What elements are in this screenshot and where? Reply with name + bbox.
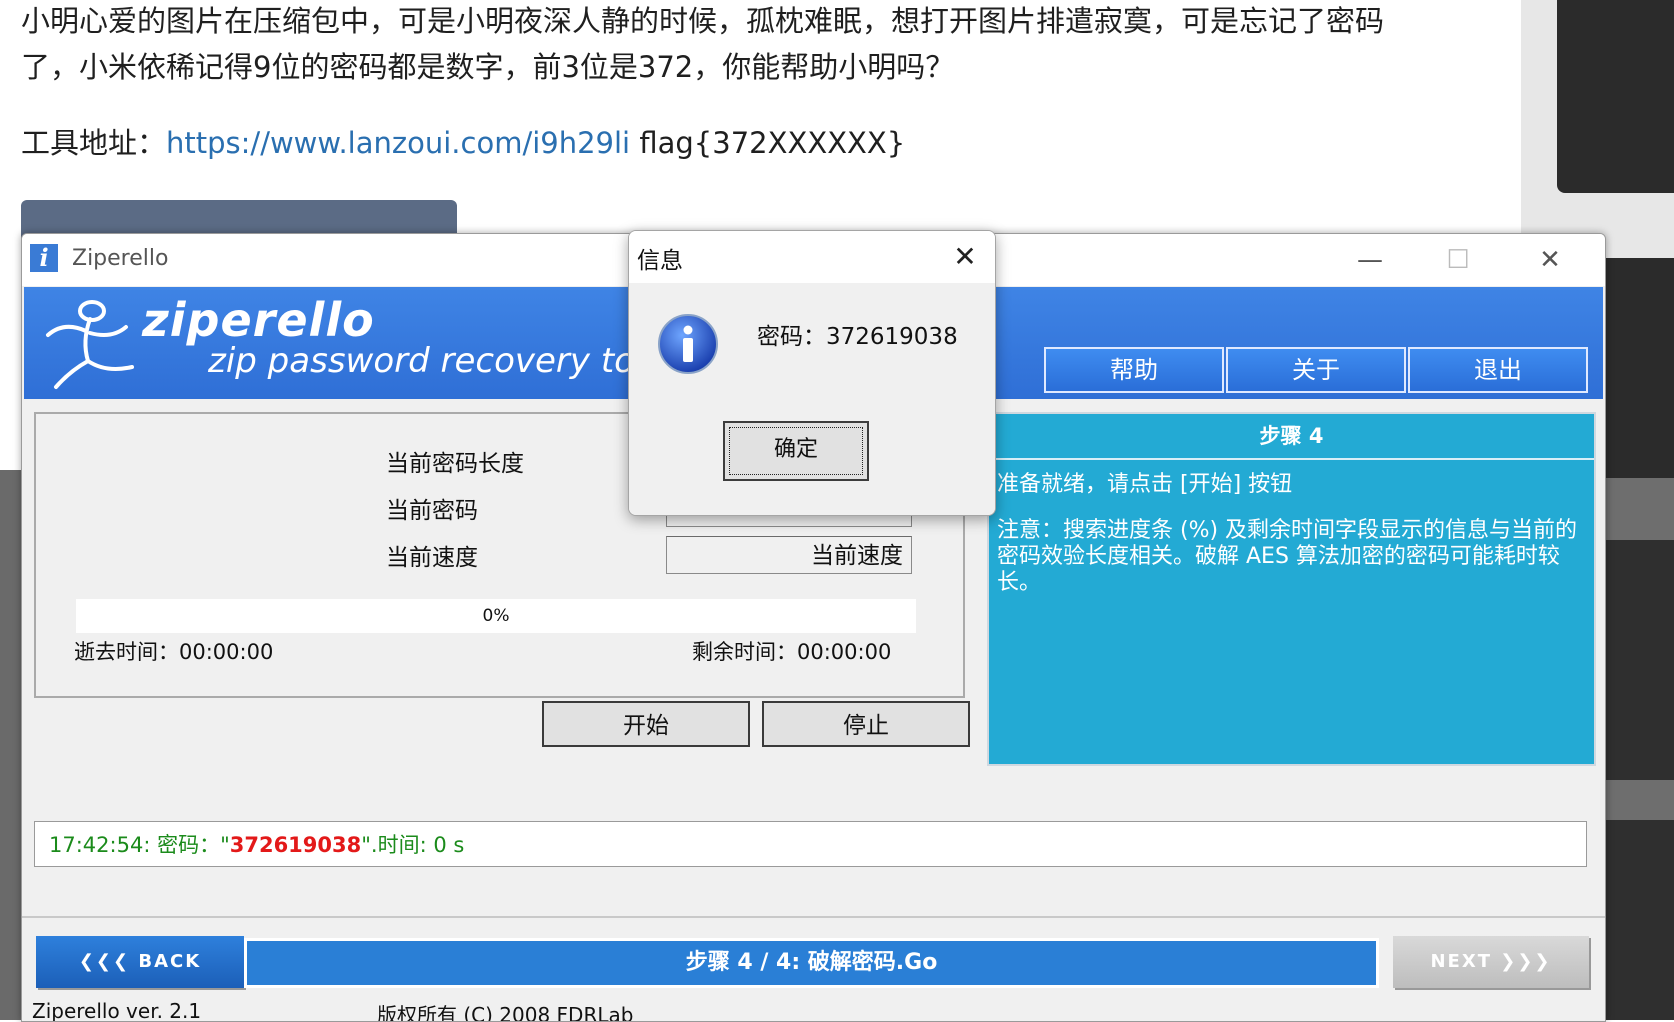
background-window (1557, 0, 1674, 193)
flag-hint: flag{372XXXXXX} (630, 126, 906, 160)
progress-bar: 0% (76, 599, 916, 633)
step-info-panel: 步骤 4 准备就绪，请点击 [开始] 按钮 注意：搜索进度条 (%) 及剩余时间… (987, 412, 1596, 766)
ok-button[interactable]: 确定 (723, 421, 869, 481)
log-password: 372619038 (229, 833, 362, 857)
app-icon: i (30, 244, 58, 272)
elapsed-time: 逝去时间：00:00:00 (74, 640, 274, 664)
step-instruction: 准备就绪，请点击 [开始] 按钮 (997, 472, 1293, 497)
current-speed-label: 当前速度 (386, 545, 478, 571)
dialog-close-icon[interactable]: ✕ (945, 237, 985, 277)
log-output: 17:42:54: 密码："372619038".时间: 0 s (34, 821, 1587, 867)
background-window (1600, 820, 1674, 1020)
background-window (1600, 540, 1674, 780)
chevrons-left-icon: ❮❮❮ (78, 951, 139, 972)
password-length-label: 当前密码长度 (386, 451, 524, 477)
chevrons-right-icon: ❯❯❯ (1492, 951, 1552, 972)
log-prefix: 17:42:54: 密码：" (49, 833, 230, 857)
window-title: Ziperello (72, 246, 169, 271)
info-dialog: 信息 ✕ 密码：372619038 确定 (628, 230, 996, 516)
tool-label: 工具地址： (21, 126, 167, 160)
status-bar: Ziperello ver. 2.1 版权所有 (C) 2008 FDRLab (22, 999, 1605, 1022)
info-icon (658, 314, 718, 374)
dialog-title: 信息 (637, 248, 683, 274)
minimize-icon[interactable]: — (1340, 240, 1400, 280)
step-title: 步骤 4 (989, 414, 1594, 460)
maximize-icon[interactable]: ☐ (1428, 240, 1488, 280)
back-label: BACK (138, 951, 202, 972)
dialog-title-bar[interactable]: 信息 ✕ (629, 231, 995, 283)
step-note: 注意：搜索进度条 (%) 及剩余时间字段显示的信息与当前的密码效验长度相关。破解… (997, 518, 1578, 595)
wizard-nav: ❮❮❮ BACK 步骤 4 / 4: 破解密码.Go NEXT ❯❯❯ (22, 916, 1605, 1008)
exit-button[interactable]: 退出 (1408, 347, 1588, 393)
step-indicator: 步骤 4 / 4: 破解密码.Go (244, 938, 1379, 988)
background-panel (0, 470, 22, 1020)
version-text: Ziperello ver. 2.1 (32, 999, 202, 1022)
focus-ring (729, 427, 863, 475)
current-password-label: 当前密码 (386, 498, 478, 524)
tool-line: 工具地址：https://www.lanzoui.com/i9h29li fla… (21, 120, 905, 166)
stop-button[interactable]: 停止 (762, 701, 970, 747)
challenge-description: 小明心爱的图片在压缩包中，可是小明夜深人静的时候，孤枕难眠，想打开图片排遣寂寞，… (21, 4, 1385, 84)
close-icon[interactable]: ✕ (1520, 240, 1580, 280)
next-label: NEXT (1430, 951, 1492, 972)
dialog-message: 密码：372619038 (757, 324, 958, 350)
remaining-time: 剩余时间：00:00:00 (692, 640, 892, 664)
start-button[interactable]: 开始 (542, 701, 750, 747)
runner-logo-icon (46, 300, 134, 389)
current-speed-field: 当前速度 (666, 536, 912, 574)
tool-link[interactable]: https://www.lanzoui.com/i9h29li (166, 126, 630, 160)
progress-text: 0% (482, 606, 510, 626)
log-suffix: ".时间: 0 s (361, 833, 465, 857)
help-button[interactable]: 帮助 (1044, 347, 1224, 393)
back-button[interactable]: ❮❮❮ BACK (36, 936, 244, 988)
about-button[interactable]: 关于 (1226, 347, 1406, 393)
logo-subtitle: zip password recovery tool (208, 341, 666, 381)
background-window (1600, 258, 1674, 478)
logo-name: ziperello (142, 293, 375, 347)
next-button[interactable]: NEXT ❯❯❯ (1393, 936, 1589, 988)
copyright-text: 版权所有 (C) 2008 FDRLab (377, 1003, 634, 1022)
